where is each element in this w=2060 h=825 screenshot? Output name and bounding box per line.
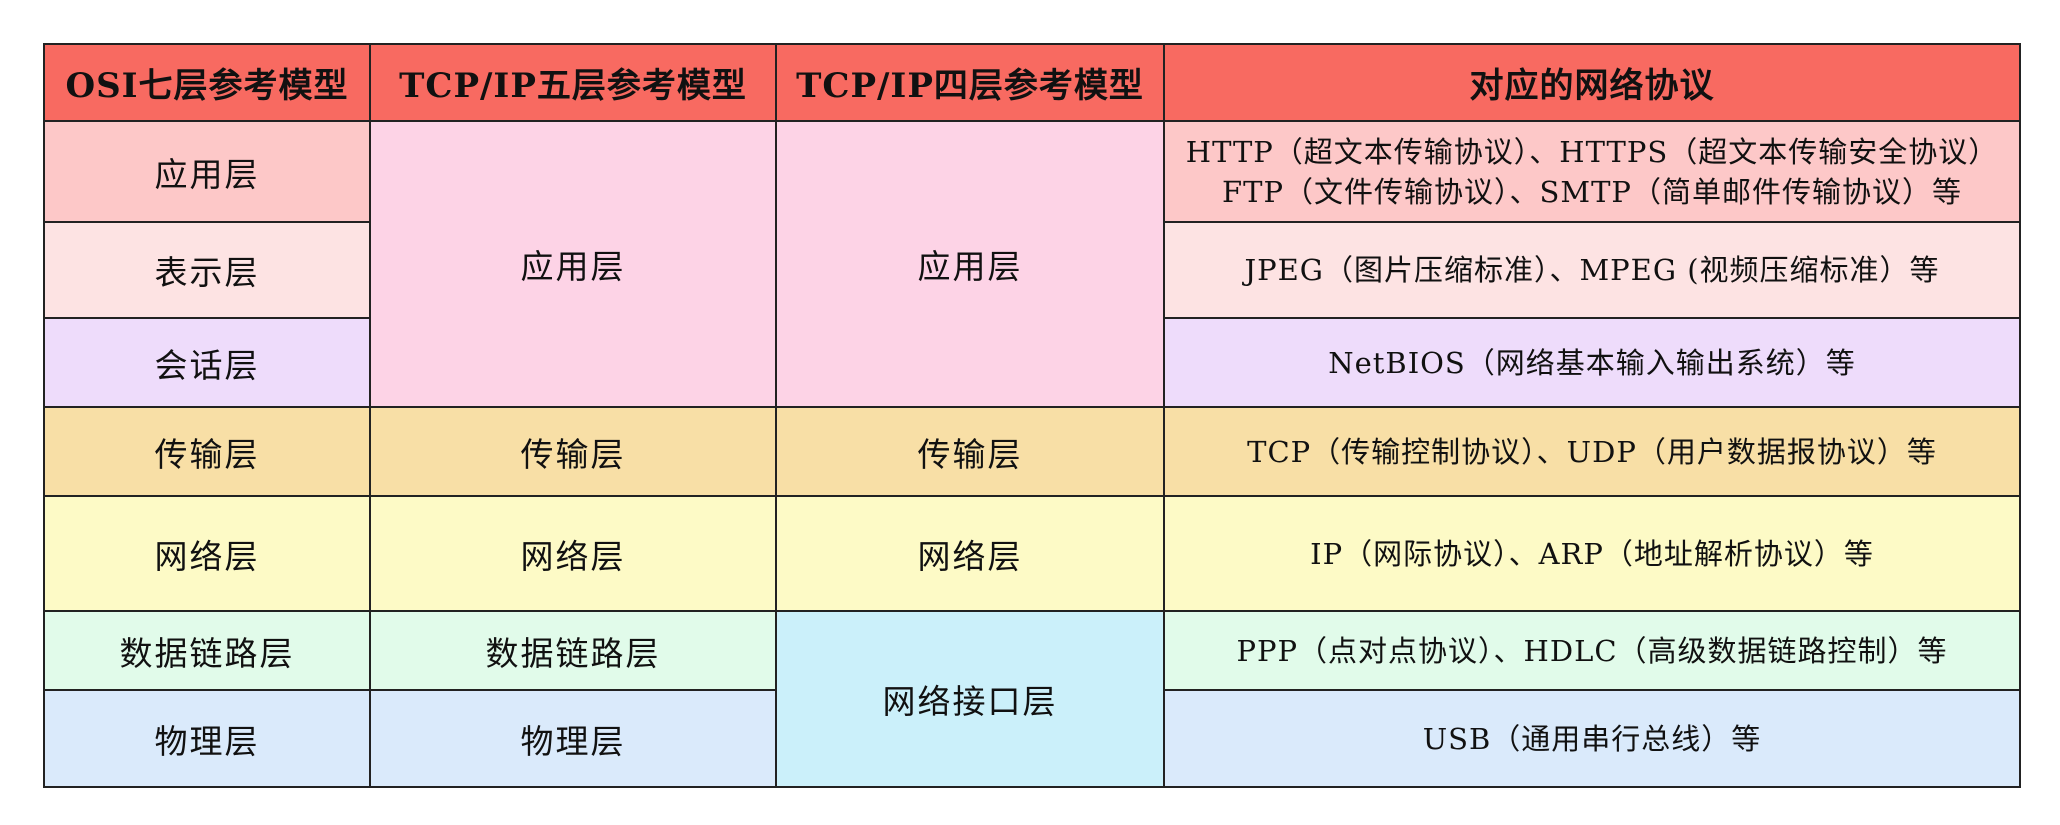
table-row: 网络层 网络层 网络层 IP（网际协议）、ARP（地址解析协议）等: [43, 495, 2021, 612]
header-osi7: OSI七层参考模型: [43, 43, 371, 122]
protocol-line: FTP（文件传输协议）、SMTP（简单邮件传输协议）等: [1222, 174, 1962, 209]
osi-network-layer: 网络层: [43, 495, 371, 612]
header-protocols: 对应的网络协议: [1163, 43, 2021, 122]
tcpip5-datalink-layer: 数据链路层: [369, 610, 777, 691]
protocol-line: HTTP（超文本传输协议）、HTTPS（超文本传输安全协议）: [1185, 134, 1999, 169]
application-protocols: HTTP（超文本传输协议）、HTTPS（超文本传输安全协议） FTP（文件传输协…: [1163, 120, 2021, 223]
tcpip5-network-layer: 网络层: [369, 495, 777, 612]
datalink-protocols: PPP（点对点协议）、HDLC（高级数据链路控制）等: [1163, 610, 2021, 691]
tcpip4-transport-layer: 传输层: [775, 406, 1165, 497]
presentation-protocols: JPEG（图片压缩标准）、MPEG (视频压缩标准）等: [1163, 221, 2021, 319]
tcpip4-network-interface-layer: 网络接口层: [775, 610, 1165, 788]
tcpip4-network-layer: 网络层: [775, 495, 1165, 612]
table-row: 应用层 应用层 应用层 HTTP（超文本传输协议）、HTTPS（超文本传输安全协…: [43, 120, 2021, 408]
tcpip5-physical-layer: 物理层: [369, 689, 777, 788]
osi-presentation-layer: 表示层: [43, 221, 371, 319]
osi-transport-layer: 传输层: [43, 406, 371, 497]
table-row: 传输层 传输层 传输层 TCP（传输控制协议）、UDP（用户数据报协议）等: [43, 406, 2021, 497]
osi-application-layer: 应用层: [43, 120, 371, 223]
header-tcpip5: TCP/IP五层参考模型: [369, 43, 777, 122]
transport-protocols: TCP（传输控制协议）、UDP（用户数据报协议）等: [1163, 406, 2021, 497]
tcpip5-application-layer: 应用层: [369, 120, 777, 408]
table-row: 数据链路层 数据链路层 网络接口层 PPP（点对点协议）、HDLC（高级数据链路…: [43, 610, 2021, 788]
session-protocols: NetBIOS（网络基本输入输出系统）等: [1163, 317, 2021, 408]
header-tcpip4: TCP/IP四层参考模型: [775, 43, 1165, 122]
header-row: OSI七层参考模型 TCP/IP五层参考模型 TCP/IP四层参考模型 对应的网…: [43, 43, 2021, 122]
osi-datalink-layer: 数据链路层: [43, 610, 371, 691]
tcpip5-transport-layer: 传输层: [369, 406, 777, 497]
tcpip4-application-layer: 应用层: [775, 120, 1165, 408]
osi-model-comparison-table: OSI七层参考模型 TCP/IP五层参考模型 TCP/IP四层参考模型 对应的网…: [43, 43, 2021, 788]
network-protocols: IP（网际协议）、ARP（地址解析协议）等: [1163, 495, 2021, 612]
physical-protocols: USB（通用串行总线）等: [1163, 689, 2021, 788]
osi-physical-layer: 物理层: [43, 689, 371, 788]
osi-session-layer: 会话层: [43, 317, 371, 408]
